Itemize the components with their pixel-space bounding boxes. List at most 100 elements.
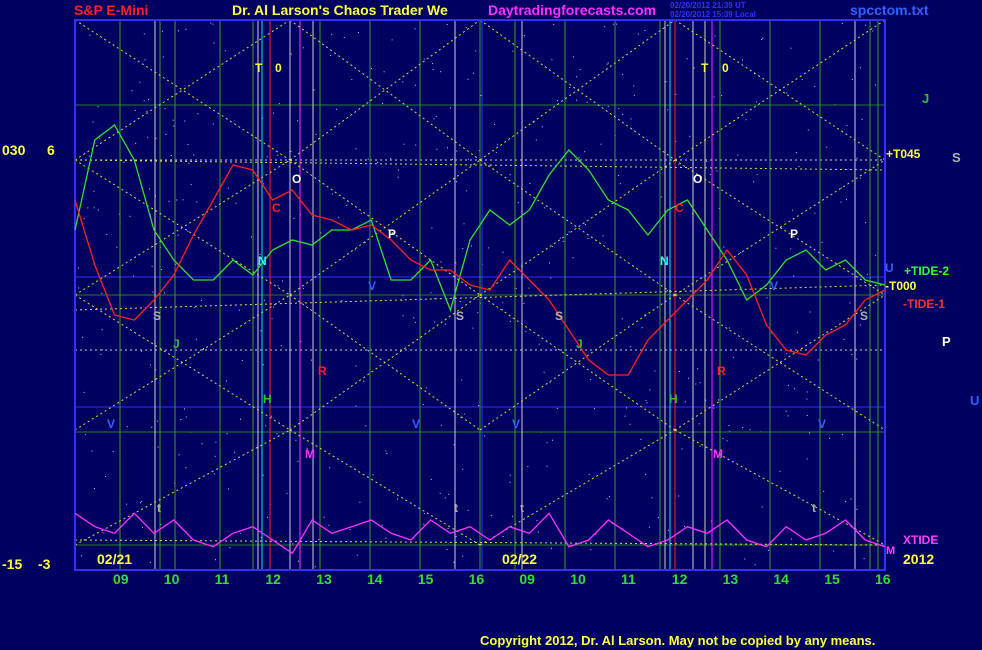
star-dot (213, 42, 215, 44)
star-dot (699, 445, 701, 447)
star-dot (477, 312, 479, 314)
star-dot (740, 252, 742, 254)
star-dot (143, 33, 145, 35)
event-marker-m: M (305, 447, 315, 461)
star-dot (354, 249, 356, 251)
star-dot (649, 389, 651, 391)
diagonal-line (289, 159, 481, 296)
star-dot (281, 280, 283, 282)
star-dot (251, 236, 252, 238)
star-dot (689, 135, 691, 137)
star-dot (471, 245, 472, 247)
scale-bottom-left: -15 (2, 556, 23, 572)
star-dot (161, 269, 162, 271)
star-dot (226, 433, 228, 435)
star-dot (678, 495, 680, 497)
star-dot (551, 245, 553, 247)
star-dot (618, 108, 620, 110)
star-dot (856, 508, 858, 510)
star-dot (490, 515, 492, 517)
star-dot (413, 317, 415, 319)
star-dot (467, 158, 469, 160)
star-dot (619, 183, 621, 185)
star-dot (422, 404, 424, 405)
star-dot (675, 93, 677, 95)
star-dot (196, 201, 198, 203)
star-dot (390, 158, 392, 160)
star-dot (263, 183, 265, 185)
star-dot (266, 156, 268, 158)
page-title: Dr. Al Larson's Chaos Trader We (232, 2, 448, 18)
star-dot (286, 492, 288, 494)
event-marker-h: H (669, 392, 678, 406)
star-dot (97, 209, 99, 211)
star-dot (432, 63, 433, 65)
star-dot (645, 473, 647, 475)
event-marker-p: P (388, 227, 396, 241)
star-dot (809, 311, 811, 313)
star-dot (742, 59, 743, 61)
star-dot (550, 277, 552, 279)
star-dot (559, 237, 561, 239)
source-file: spcctom.txt (850, 2, 929, 18)
star-dot (569, 86, 571, 88)
star-dot (447, 147, 448, 149)
star-dot (787, 384, 789, 386)
star-dot (775, 247, 777, 249)
star-dot (297, 120, 299, 122)
star-dot (440, 261, 442, 263)
star-dot (604, 26, 606, 28)
star-dot (346, 204, 348, 206)
star-dot (126, 426, 128, 428)
star-dot (726, 440, 728, 442)
star-dot (607, 106, 609, 107)
star-dot (146, 110, 148, 112)
star-dot (386, 453, 388, 454)
star-dot (195, 338, 197, 340)
right-label-t000: -T000 (885, 279, 917, 293)
star-dot (556, 100, 558, 102)
star-dot (645, 399, 647, 401)
star-dot (814, 212, 816, 214)
star-dot (141, 350, 143, 352)
star-dot (330, 54, 332, 56)
star-dot (377, 161, 379, 163)
event-marker-s: S (153, 309, 161, 323)
event-marker-s: S (456, 309, 464, 323)
star-dot (314, 566, 316, 568)
star-dot (93, 190, 95, 192)
star-dot (866, 273, 868, 275)
star-dot (761, 506, 763, 508)
star-dot (714, 35, 716, 37)
star-dot (201, 443, 203, 445)
star-dot (262, 474, 264, 476)
star-dot (329, 467, 331, 469)
star-dot (791, 538, 792, 540)
star-dot (82, 336, 84, 338)
star-dot (606, 63, 608, 65)
diagonal-line (289, 294, 481, 431)
star-dot (100, 353, 102, 355)
star-dot (88, 155, 90, 157)
star-dot (313, 89, 315, 91)
star-dot (553, 23, 555, 25)
star-dot (439, 492, 441, 494)
star-dot (447, 527, 449, 529)
star-dot (311, 359, 312, 361)
star-dot (594, 408, 595, 410)
star-dot (768, 549, 770, 551)
star-dot (786, 353, 788, 355)
star-dot (315, 134, 317, 135)
star-dot (684, 525, 686, 527)
website-link[interactable]: Daytradingforecasts.com (488, 2, 656, 18)
star-dot (415, 321, 417, 323)
star-dot (273, 306, 275, 308)
star-dot (737, 154, 739, 156)
star-dot (497, 143, 499, 145)
star-dot (806, 415, 808, 416)
star-dot (484, 435, 486, 437)
star-dot (84, 434, 86, 436)
star-dot (235, 202, 237, 204)
star-dot (817, 359, 819, 361)
star-dot (494, 123, 495, 125)
